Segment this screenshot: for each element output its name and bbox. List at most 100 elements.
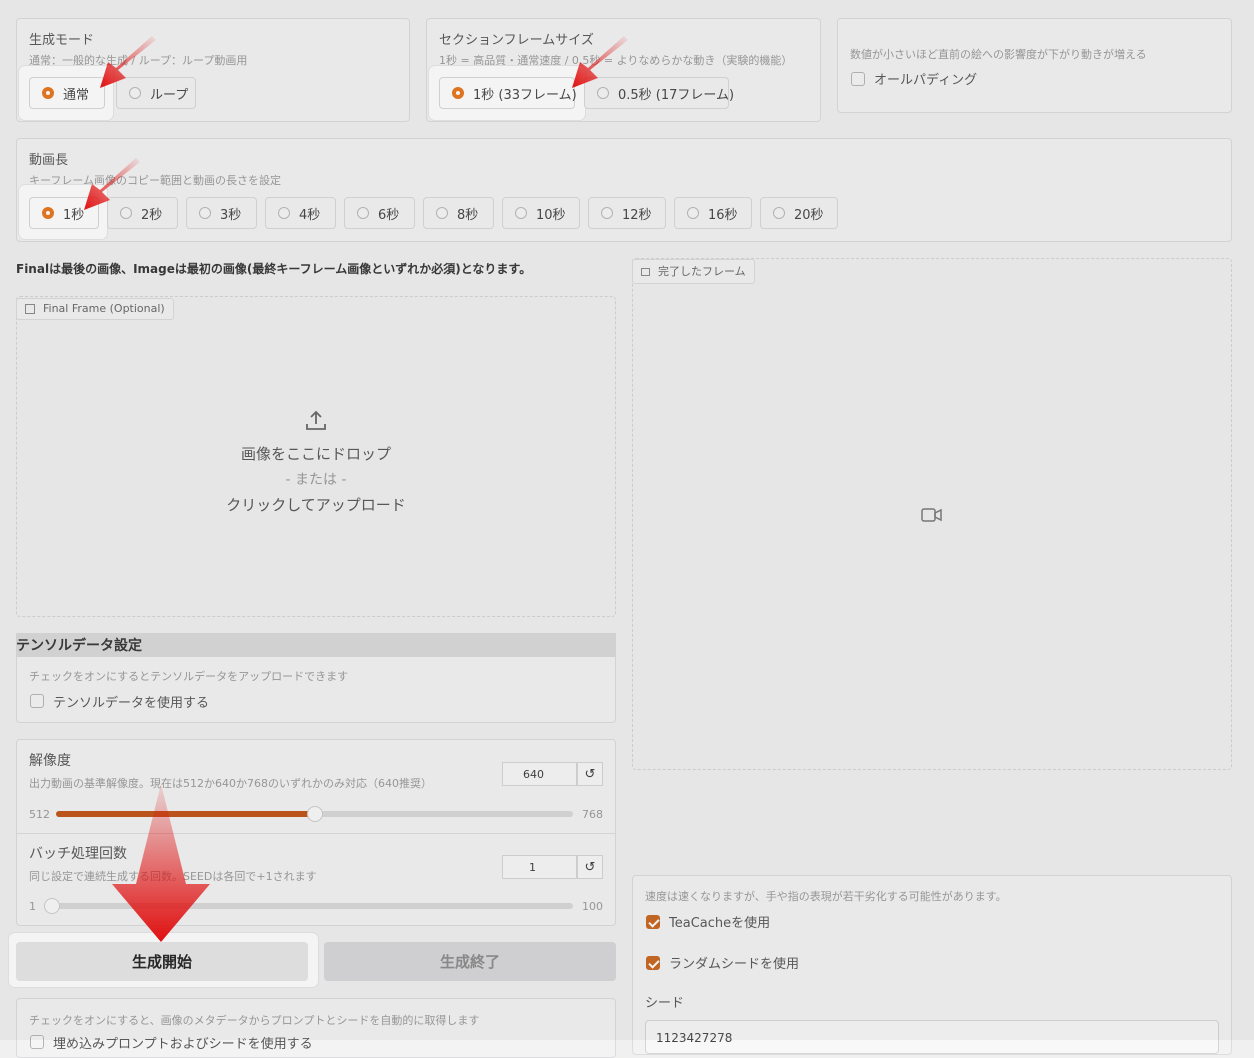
radio-mode-normal[interactable]: 通常	[29, 77, 105, 109]
radio-label: 0.5秒 (17フレーム)	[618, 87, 735, 103]
radio-label: 10秒	[536, 207, 566, 223]
click-upload-text: クリックしてアップロード	[226, 496, 406, 514]
tensor-checkbox[interactable]	[30, 694, 44, 708]
radio-dot	[129, 87, 141, 99]
completed-frame-tag-label: 完了したフレーム	[658, 265, 746, 278]
radio-dot	[120, 207, 132, 219]
radio-length-8s[interactable]: 8秒	[423, 197, 494, 229]
metadata-checkbox-label: 埋め込みプロンプトおよびシードを使用する	[53, 1037, 313, 1052]
random-seed-checkbox[interactable]	[646, 956, 660, 970]
completed-frame-area	[632, 258, 1232, 770]
batch-slider-track[interactable]	[44, 903, 573, 909]
radio-label: 3秒	[220, 207, 242, 223]
image-icon	[25, 304, 35, 314]
radio-label: 12秒	[622, 207, 652, 223]
final-frame-tag-label: Final Frame (Optional)	[43, 302, 165, 315]
radio-length-3s[interactable]: 3秒	[186, 197, 257, 229]
radio-length-10s[interactable]: 10秒	[502, 197, 580, 229]
tensor-header-label: テンソルデータ設定	[16, 638, 142, 654]
metadata-panel: チェックをオンにすると、画像のメタデータからプロンプトとシードを自動的に取得しま…	[16, 998, 616, 1058]
radio-section-05s[interactable]: 0.5秒 (17フレーム)	[584, 77, 734, 109]
generation-options-panel: 速度は速くなりますが、手や指の表現が若干劣化する可能性があります。 TeaCac…	[632, 875, 1232, 1055]
resolution-max: 768	[582, 808, 603, 821]
metadata-info: チェックをオンにすると、画像のメタデータからプロンプトとシードを自動的に取得しま…	[29, 1014, 480, 1027]
radio-dot	[42, 207, 54, 219]
tensor-info: チェックをオンにするとテンソルデータをアップロードできます	[29, 670, 349, 683]
radio-length-1s[interactable]: 1秒	[29, 197, 99, 229]
notice-text: Finalは最後の画像、Imageは最初の画像(最終キーフレーム画像といずれか必…	[16, 262, 532, 276]
mode-label: 生成モード	[29, 33, 95, 48]
resolution-info: 出力動画の基準解像度。現在は512か640か768のいずれかのみ対応（640推奨…	[29, 777, 432, 790]
completed-frame-tag: 完了したフレーム	[632, 259, 755, 284]
radio-dot	[601, 207, 613, 219]
batch-min: 1	[29, 900, 36, 913]
radio-label: 2秒	[141, 207, 163, 223]
video-tag-icon	[641, 268, 650, 276]
radio-dot	[687, 207, 699, 219]
batch-label: バッチ処理回数	[29, 846, 127, 862]
resolution-slider-fill	[56, 811, 315, 817]
radio-length-6s[interactable]: 6秒	[344, 197, 415, 229]
resolution-reset-icon[interactable]: ↺	[577, 762, 603, 786]
random-seed-label: ランダムシードを使用	[669, 957, 800, 972]
video-length-label: 動画長	[29, 153, 69, 168]
radio-dot	[436, 207, 448, 219]
radio-label: 6秒	[378, 207, 400, 223]
teacache-info: 速度は速くなりますが、手や指の表現が若干劣化する可能性があります。	[645, 890, 1007, 903]
resolution-slider-thumb[interactable]	[306, 806, 323, 822]
tensor-panel: チェックをオンにするとテンソルデータをアップロードできます テンソルデータを使用…	[16, 657, 616, 723]
teacache-checkbox[interactable]	[646, 915, 660, 929]
upload-icon	[306, 410, 326, 430]
batch-slider-thumb[interactable]	[44, 898, 60, 914]
final-frame-dropzone[interactable]: 画像をここにドロップ - または - クリックしてアップロード	[16, 296, 616, 617]
radio-label: ループ	[150, 87, 189, 103]
radio-label: 1秒 (33フレーム)	[473, 87, 577, 103]
radio-dot	[278, 207, 290, 219]
resolution-input[interactable]: 640	[502, 762, 577, 786]
radio-dot	[773, 207, 785, 219]
radio-dot	[199, 207, 211, 219]
radio-label: 1秒	[63, 207, 85, 223]
drop-text: 画像をここにドロップ	[240, 445, 391, 463]
or-text: - または -	[285, 472, 347, 488]
batch-info: 同じ設定で連続生成する回数。SEEDは各回で+1されます	[29, 870, 317, 883]
radio-length-2s[interactable]: 2秒	[107, 197, 178, 229]
radio-label: 4秒	[299, 207, 321, 223]
all-padding-checkbox[interactable]	[851, 72, 865, 86]
start-button[interactable]: 生成開始	[16, 942, 308, 981]
tensor-header[interactable]: テンソルデータ設定	[16, 633, 616, 657]
video-icon	[921, 508, 942, 522]
radio-mode-loop[interactable]: ループ	[116, 77, 196, 109]
radio-dot	[357, 207, 369, 219]
all-padding-label: オールパディング	[874, 73, 978, 88]
end-button[interactable]: 生成終了	[324, 942, 616, 981]
batch-max: 100	[582, 900, 603, 913]
metadata-checkbox[interactable]	[30, 1035, 44, 1049]
radio-dot	[515, 207, 527, 219]
teacache-label: TeaCacheを使用	[669, 916, 771, 931]
radio-length-4s[interactable]: 4秒	[265, 197, 336, 229]
radio-dot	[597, 87, 609, 99]
radio-label: 通常	[63, 87, 90, 103]
radio-length-12s[interactable]: 12秒	[588, 197, 666, 229]
final-frame-tag: Final Frame (Optional)	[16, 298, 174, 320]
resolution-label: 解像度	[29, 753, 71, 769]
seed-label: シード	[645, 996, 685, 1011]
divider	[17, 833, 615, 834]
radio-dot	[452, 87, 464, 99]
radio-length-20s[interactable]: 20秒	[760, 197, 838, 229]
radio-label: 8秒	[457, 207, 479, 223]
batch-input[interactable]: 1	[502, 855, 577, 879]
radio-length-16s[interactable]: 16秒	[674, 197, 752, 229]
batch-reset-icon[interactable]: ↺	[577, 855, 603, 879]
section-frame-label: セクションフレームサイズ	[439, 33, 594, 48]
radio-label: 20秒	[794, 207, 824, 223]
padding-info: 数値が小さいほど直前の絵への影響度が下がり動きが増える	[850, 48, 1147, 61]
radio-label: 16秒	[708, 207, 738, 223]
radio-section-1s[interactable]: 1秒 (33フレーム)	[439, 77, 577, 109]
tensor-checkbox-label: テンソルデータを使用する	[53, 696, 210, 711]
resolution-min: 512	[29, 808, 50, 821]
seed-input[interactable]: 1123427278	[645, 1020, 1219, 1054]
padding-panel: 数値が小さいほど直前の絵への影響度が下がり動きが増える オールパディング	[837, 18, 1232, 113]
radio-dot	[42, 87, 54, 99]
